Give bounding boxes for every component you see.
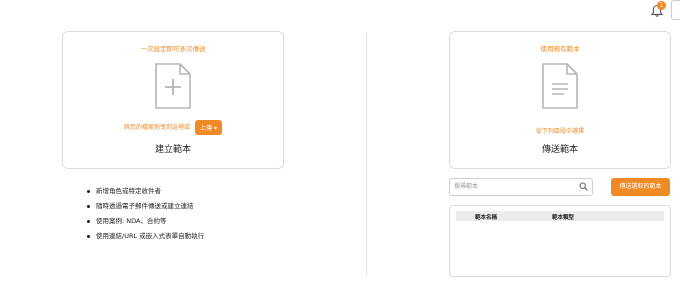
column-header-template-type[interactable]: 範本類型 [552,213,574,221]
notification-badge: 1 [657,1,666,10]
template-card-hint: 從下列區段中選擇 [535,128,584,135]
create-template-card[interactable]: 一次設定即可多次傳送 將您的檔案拖曳到這裡或 上傳 ▾ 建立範本 [62,31,284,169]
feature-item: 隨時透過電子郵件傳送或建立連結 [86,203,204,210]
chevron-down-icon: ▾ [213,125,217,132]
send-template-card[interactable]: 使用現有範本 從下列區段中選擇 傳送範本 [449,31,671,169]
upload-prompt: 將您的檔案拖曳到這裡或 [124,124,191,131]
profile-menu-button[interactable] [671,0,680,20]
feature-item: 新增角色或特定收件者 [86,188,204,195]
search-icon[interactable] [579,182,588,191]
document-plus-icon [155,63,191,109]
create-card-subtitle: 一次設定即可多次傳送 [140,45,206,53]
column-divider [366,32,367,276]
table-header-row: 範本名稱 範本類型 [456,211,664,221]
create-card-title: 建立範本 [154,145,191,155]
feature-list: 新增角色或特定收件者 隨時透過電子郵件傳送或建立連結 使用案例: NDA、合約等… [86,188,204,248]
template-search-box[interactable] [449,178,593,196]
template-search-input[interactable] [454,181,572,192]
feature-item: 使用連結/URL 或嵌入式表單自動執行 [86,233,204,240]
template-card-title: 傳送範本 [541,145,578,155]
template-card-subtitle: 使用現有範本 [540,45,580,53]
upload-button-label: 上傳 [199,125,212,132]
upload-button[interactable]: 上傳 ▾ [194,120,222,135]
upload-drop-zone[interactable]: 將您的檔案拖曳到這裡或 上傳 ▾ [63,120,283,135]
column-header-template-name[interactable]: 範本名稱 [475,213,497,221]
document-lines-icon [542,63,578,109]
template-table: 範本名稱 範本類型 [449,205,671,277]
send-selected-template-button[interactable]: 傳送選取的範本 [611,178,670,196]
feature-item: 使用案例: NDA、合約等 [86,218,204,225]
